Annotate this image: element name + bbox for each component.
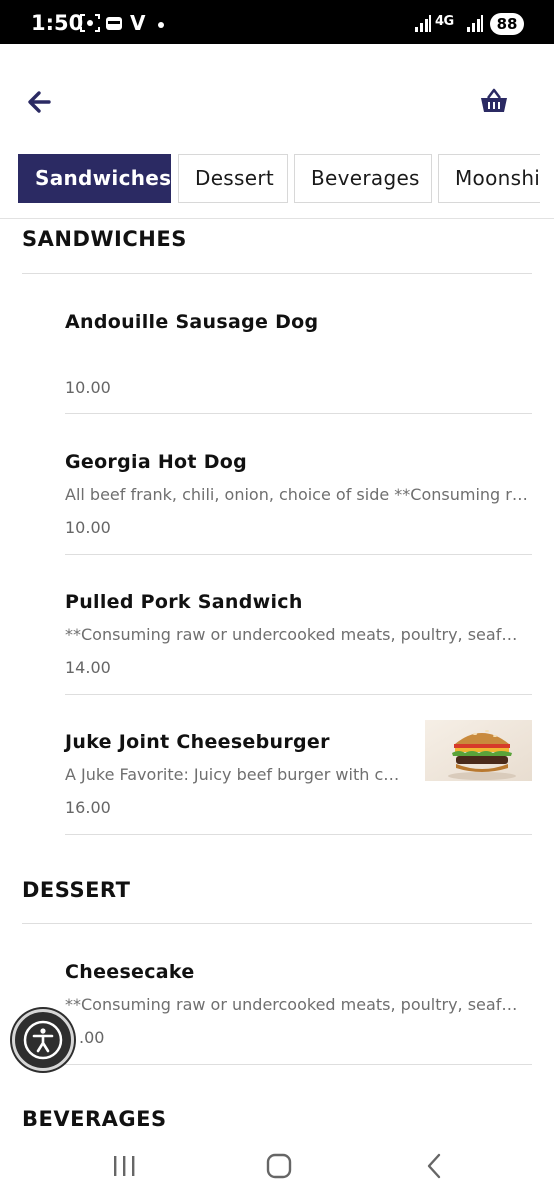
status-time: 1:50 <box>31 11 84 35</box>
section-title-dessert: DESSERT <box>22 878 131 902</box>
item-price: 16.00 <box>65 798 111 817</box>
signal-icon <box>414 15 432 38</box>
item-price: .00 <box>79 1028 105 1047</box>
menu-item[interactable]: Pulled Pork Sandwich **Consuming raw or … <box>65 591 532 731</box>
item-name: Georgia Hot Dog <box>65 451 248 473</box>
item-description: All beef frank, chili, onion, choice of … <box>65 485 529 504</box>
accessibility-button[interactable] <box>12 1009 74 1071</box>
item-price: 10.00 <box>65 518 111 537</box>
nav-back-icon <box>427 1153 441 1179</box>
menu-item[interactable]: Juke Joint Cheeseburger A Juke Favorite:… <box>65 720 532 871</box>
tab-dessert[interactable]: Dessert <box>178 154 288 203</box>
accessibility-icon <box>23 1020 63 1060</box>
carrier-icon: V <box>130 11 146 35</box>
item-divider <box>65 694 532 695</box>
item-name: Juke Joint Cheeseburger <box>65 731 330 753</box>
menu-item[interactable]: Georgia Hot Dog All beef frank, chili, o… <box>65 451 532 591</box>
battery-level: 88 <box>490 13 524 35</box>
tab-moonshine[interactable]: Moonshine <box>438 154 540 203</box>
menu-item[interactable]: Andouille Sausage Dog 10.00 <box>65 311 532 451</box>
wallet-icon <box>105 14 123 37</box>
basket-button[interactable] <box>476 84 512 120</box>
item-divider <box>65 413 532 414</box>
recents-icon <box>114 1156 135 1176</box>
recents-button[interactable] <box>104 1150 144 1182</box>
screenshot-icon <box>80 14 100 37</box>
back-button[interactable] <box>22 84 58 120</box>
item-description: **Consuming raw or undercooked meats, po… <box>65 995 525 1014</box>
section-title-sandwiches: SANDWICHES <box>22 227 187 251</box>
item-divider <box>65 1064 532 1065</box>
item-description: A Juke Favorite: Juicy beef burger with … <box>65 765 407 784</box>
item-name: Cheesecake <box>65 961 195 983</box>
status-bar: 1:50 V 4G 88 <box>0 0 554 44</box>
category-tabs: Sandwiches Dessert Beverages Moonshine <box>18 154 540 204</box>
item-price: 10.00 <box>65 378 111 397</box>
item-name: Pulled Pork Sandwich <box>65 591 303 613</box>
item-divider <box>65 554 532 555</box>
item-name: Andouille Sausage Dog <box>65 311 319 333</box>
burger-photo <box>425 720 532 781</box>
basket-icon <box>481 88 507 112</box>
network-type: 4G <box>435 14 454 29</box>
arrow-left-icon <box>28 91 51 113</box>
tab-sandwiches[interactable]: Sandwiches <box>18 154 171 203</box>
home-button[interactable] <box>259 1150 299 1182</box>
section-divider <box>22 273 532 274</box>
menu-item[interactable]: Cheesecake **Consuming raw or undercooke… <box>65 961 532 1101</box>
signal-icon <box>466 15 484 38</box>
tab-beverages[interactable]: Beverages <box>294 154 432 203</box>
item-divider <box>65 834 532 835</box>
section-divider <box>22 923 532 924</box>
section-title-beverages: BEVERAGES <box>22 1107 167 1131</box>
home-icon <box>266 1153 292 1179</box>
system-nav-bar <box>0 1136 554 1200</box>
item-price: 14.00 <box>65 658 111 677</box>
item-description: **Consuming raw or undercooked meats, po… <box>65 625 525 644</box>
tabs-divider <box>0 218 554 219</box>
notification-dot <box>158 22 164 28</box>
nav-back-button[interactable] <box>414 1150 454 1182</box>
